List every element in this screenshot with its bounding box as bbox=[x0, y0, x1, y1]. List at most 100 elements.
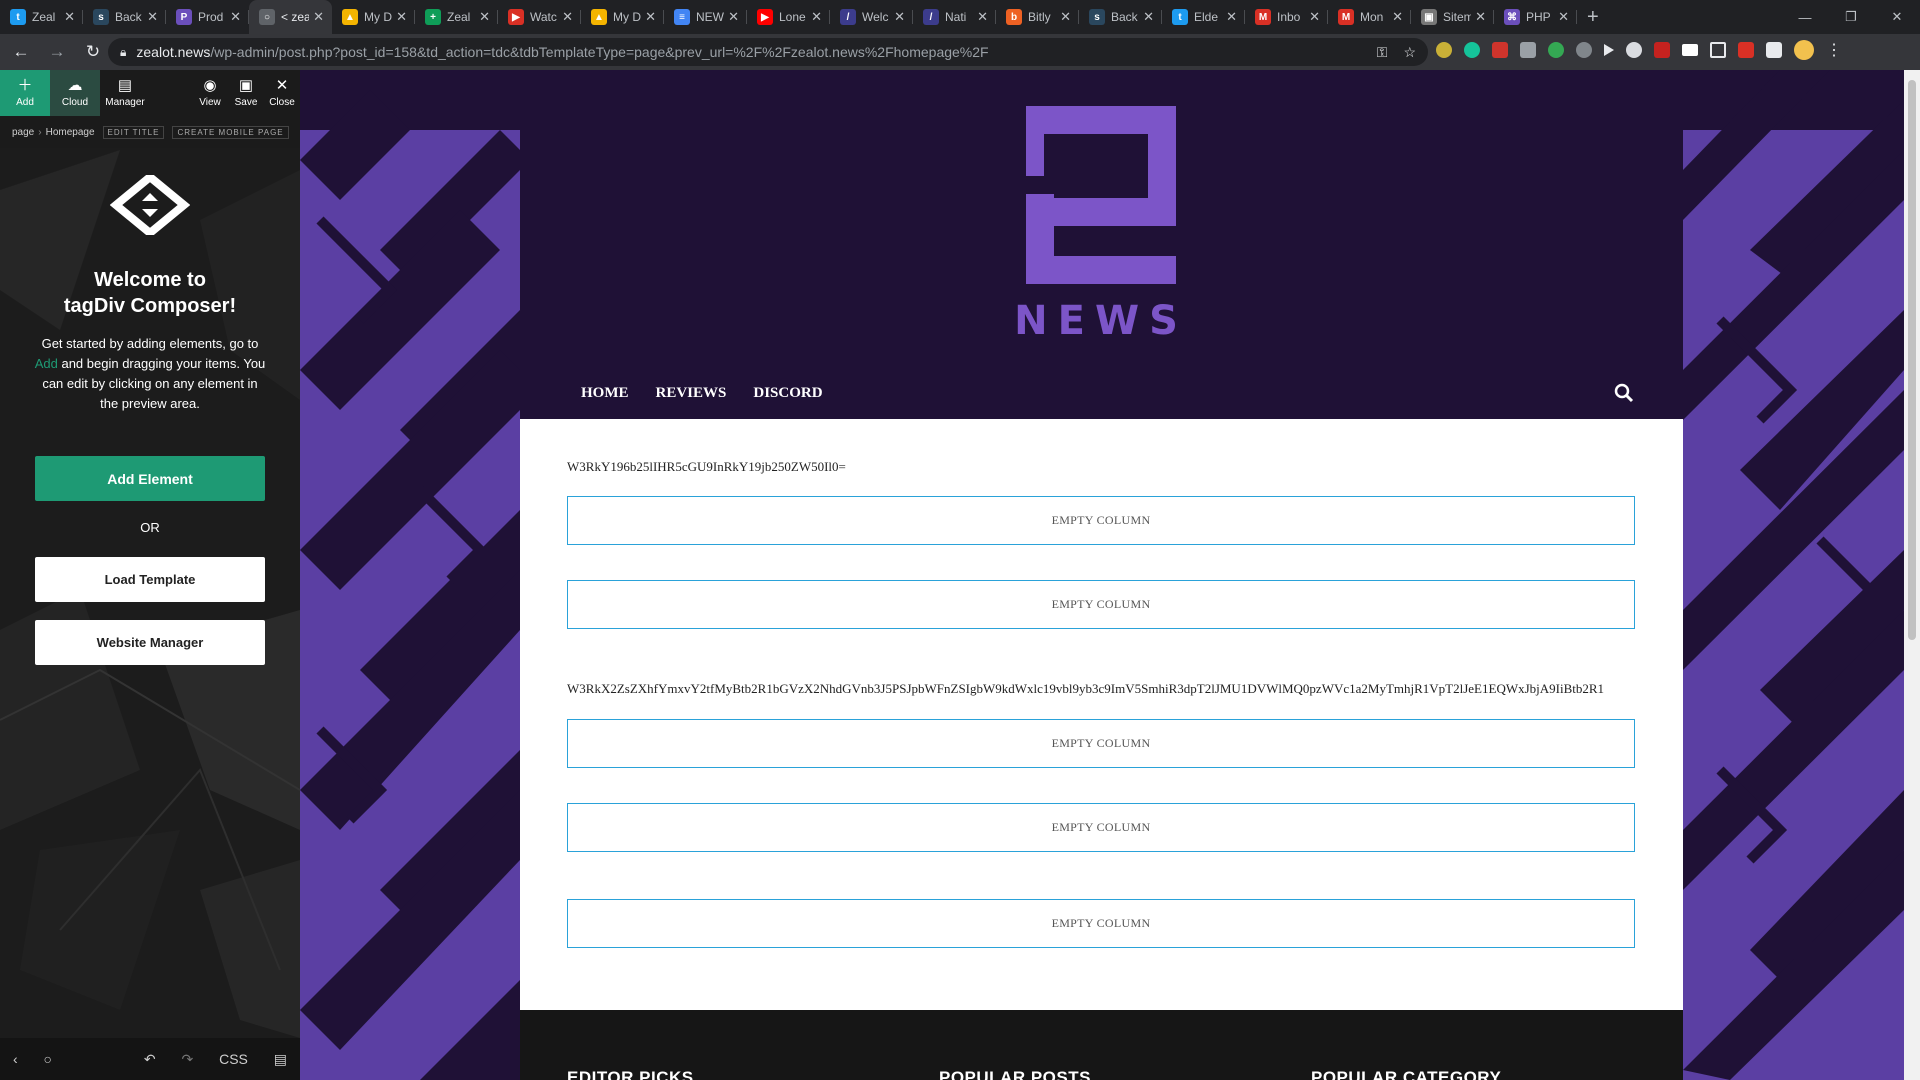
layers-icon[interactable]: ▤ bbox=[274, 1051, 287, 1068]
tab-close-icon[interactable]: ✕ bbox=[1143, 9, 1154, 25]
scrollbar-thumb[interactable] bbox=[1908, 80, 1916, 640]
chevron-left-icon[interactable]: ‹ bbox=[13, 1051, 18, 1067]
add-element-button[interactable]: Add Element bbox=[35, 456, 265, 501]
browser-tab[interactable]: b Bitly ✕ bbox=[996, 0, 1079, 34]
load-template-button[interactable]: Load Template bbox=[35, 557, 265, 602]
reload-icon[interactable]: ↻ bbox=[78, 37, 108, 67]
tab-close-icon[interactable]: ✕ bbox=[1309, 9, 1320, 25]
menu-item-discord[interactable]: DISCORD bbox=[753, 385, 822, 402]
extension-icon[interactable] bbox=[1654, 42, 1670, 58]
extension-icon[interactable] bbox=[1626, 42, 1642, 58]
puzzle-icon[interactable] bbox=[1766, 42, 1782, 58]
browser-tab[interactable]: s Back ✕ bbox=[1079, 0, 1162, 34]
browser-tab[interactable]: ○ < zea ✕ bbox=[249, 0, 332, 34]
tab-title: Zeal bbox=[32, 10, 56, 24]
tab-close-icon[interactable]: ✕ bbox=[147, 9, 158, 25]
cloud-button[interactable]: ☁︎ Cloud bbox=[50, 70, 100, 116]
tab-close-icon[interactable]: ✕ bbox=[645, 9, 656, 25]
grammarly-icon[interactable] bbox=[1464, 42, 1480, 58]
bookmark-star-icon[interactable]: ☆ bbox=[1403, 44, 1416, 61]
tab-close-icon[interactable]: ✕ bbox=[894, 9, 905, 25]
extension-icon[interactable] bbox=[1738, 42, 1754, 58]
extension-icon[interactable] bbox=[1682, 44, 1698, 56]
avatar[interactable] bbox=[1794, 40, 1814, 60]
extension-icon[interactable] bbox=[1436, 42, 1452, 58]
tab-close-icon[interactable]: ✕ bbox=[1060, 9, 1071, 25]
empty-column[interactable]: EMPTY COLUMN bbox=[567, 496, 1635, 545]
browser-tab[interactable]: t Elde ✕ bbox=[1162, 0, 1245, 34]
create-mobile-page-button[interactable]: CREATE MOBILE PAGE bbox=[172, 125, 289, 139]
tab-close-icon[interactable]: ✕ bbox=[1475, 9, 1486, 25]
adblock-icon[interactable] bbox=[1492, 42, 1508, 58]
forward-icon[interactable]: → bbox=[42, 37, 72, 67]
extension-icon[interactable] bbox=[1576, 42, 1592, 58]
tab-title: Welc bbox=[862, 10, 889, 24]
browser-tab[interactable]: ▶ Lone ✕ bbox=[747, 0, 830, 34]
tab-close-icon[interactable]: ✕ bbox=[64, 9, 75, 25]
view-button[interactable]: ◉ View bbox=[192, 70, 228, 116]
browser-tab[interactable]: M Inbo ✕ bbox=[1245, 0, 1328, 34]
address-bar[interactable]: 🔒︎ zealot.news/wp-admin/post.php?post_id… bbox=[108, 38, 1428, 66]
tab-close-icon[interactable]: ✕ bbox=[313, 9, 324, 25]
browser-tab[interactable]: / Nati ✕ bbox=[913, 0, 996, 34]
browser-tab[interactable]: + Zeal ✕ bbox=[415, 0, 498, 34]
edit-title-button[interactable]: EDIT TITLE bbox=[102, 125, 165, 139]
tab-close-icon[interactable]: ✕ bbox=[728, 9, 739, 25]
browser-tab[interactable]: ▲ My D ✕ bbox=[581, 0, 664, 34]
empty-column[interactable]: EMPTY COLUMN bbox=[567, 899, 1635, 948]
extension-icon[interactable] bbox=[1520, 42, 1536, 58]
circle-icon[interactable]: ○ bbox=[44, 1051, 52, 1067]
restore-icon[interactable]: ❐ bbox=[1828, 0, 1874, 34]
browser-tab[interactable]: ▣ Sitem ✕ bbox=[1411, 0, 1494, 34]
tab-favicon-icon: ▶ bbox=[508, 9, 524, 25]
menu-item-home[interactable]: HOME bbox=[581, 385, 629, 402]
browser-tab[interactable]: s Back ✕ bbox=[83, 0, 166, 34]
extension-icon[interactable] bbox=[1548, 42, 1564, 58]
tab-close-icon[interactable]: ✕ bbox=[1226, 9, 1237, 25]
empty-column[interactable]: EMPTY COLUMN bbox=[567, 803, 1635, 852]
empty-column[interactable]: EMPTY COLUMN bbox=[567, 719, 1635, 768]
back-icon[interactable]: ← bbox=[6, 37, 36, 67]
key-icon[interactable]: ⚿ bbox=[1377, 44, 1388, 61]
browser-tab[interactable]: ⌘ PHP ✕ bbox=[1494, 0, 1577, 34]
undo-icon[interactable]: ↶ bbox=[144, 1051, 156, 1068]
browser-tab[interactable]: t Zeal ✕ bbox=[0, 0, 83, 34]
tab-close-icon[interactable]: ✕ bbox=[396, 9, 407, 25]
menu-kebab-icon[interactable]: ⋮ bbox=[1826, 40, 1842, 60]
close-button[interactable]: ✕ Close bbox=[264, 70, 300, 116]
page-scrollbar[interactable] bbox=[1904, 70, 1920, 1080]
website-manager-button[interactable]: Website Manager bbox=[35, 620, 265, 665]
redo-icon[interactable]: ↷ bbox=[181, 1051, 193, 1068]
tagdiv-logo-icon bbox=[110, 175, 190, 235]
save-button[interactable]: ▣ Save bbox=[228, 70, 264, 116]
new-tab-icon[interactable]: + bbox=[1577, 0, 1609, 34]
browser-tab[interactable]: ≡ NEW ✕ bbox=[664, 0, 747, 34]
search-icon[interactable] bbox=[1614, 383, 1634, 403]
close-window-icon[interactable]: ✕ bbox=[1874, 0, 1920, 34]
plus-icon: ＋ bbox=[17, 77, 33, 94]
browser-tab[interactable]: ▶ Watc ✕ bbox=[498, 0, 581, 34]
tab-close-icon[interactable]: ✕ bbox=[1558, 9, 1569, 25]
manager-button[interactable]: ▤ Manager bbox=[100, 70, 150, 116]
tab-close-icon[interactable]: ✕ bbox=[562, 9, 573, 25]
tab-close-icon[interactable]: ✕ bbox=[479, 9, 490, 25]
fullscreen-icon[interactable] bbox=[1710, 42, 1726, 58]
minimize-icon[interactable]: — bbox=[1782, 0, 1828, 34]
tab-close-icon[interactable]: ✕ bbox=[1392, 9, 1403, 25]
empty-column[interactable]: EMPTY COLUMN bbox=[567, 580, 1635, 629]
add-button[interactable]: ＋ Add bbox=[0, 70, 50, 116]
add-link[interactable]: Add bbox=[35, 356, 58, 371]
tab-close-icon[interactable]: ✕ bbox=[811, 9, 822, 25]
breadcrumb-root[interactable]: page bbox=[12, 127, 34, 138]
tab-favicon-icon: s bbox=[93, 9, 109, 25]
browser-tab[interactable]: P Prod ✕ bbox=[166, 0, 249, 34]
browser-tab[interactable]: ▲ My D ✕ bbox=[332, 0, 415, 34]
tab-close-icon[interactable]: ✕ bbox=[977, 9, 988, 25]
menu-item-reviews[interactable]: REVIEWS bbox=[656, 385, 727, 402]
tab-close-icon[interactable]: ✕ bbox=[230, 9, 241, 25]
browser-tab[interactable]: M Mon ✕ bbox=[1328, 0, 1411, 34]
browser-tab[interactable]: / Welc ✕ bbox=[830, 0, 913, 34]
site-logo-icon[interactable]: NEWS bbox=[1016, 106, 1186, 336]
css-button[interactable]: CSS bbox=[219, 1051, 248, 1067]
play-extension-icon[interactable] bbox=[1604, 44, 1614, 56]
